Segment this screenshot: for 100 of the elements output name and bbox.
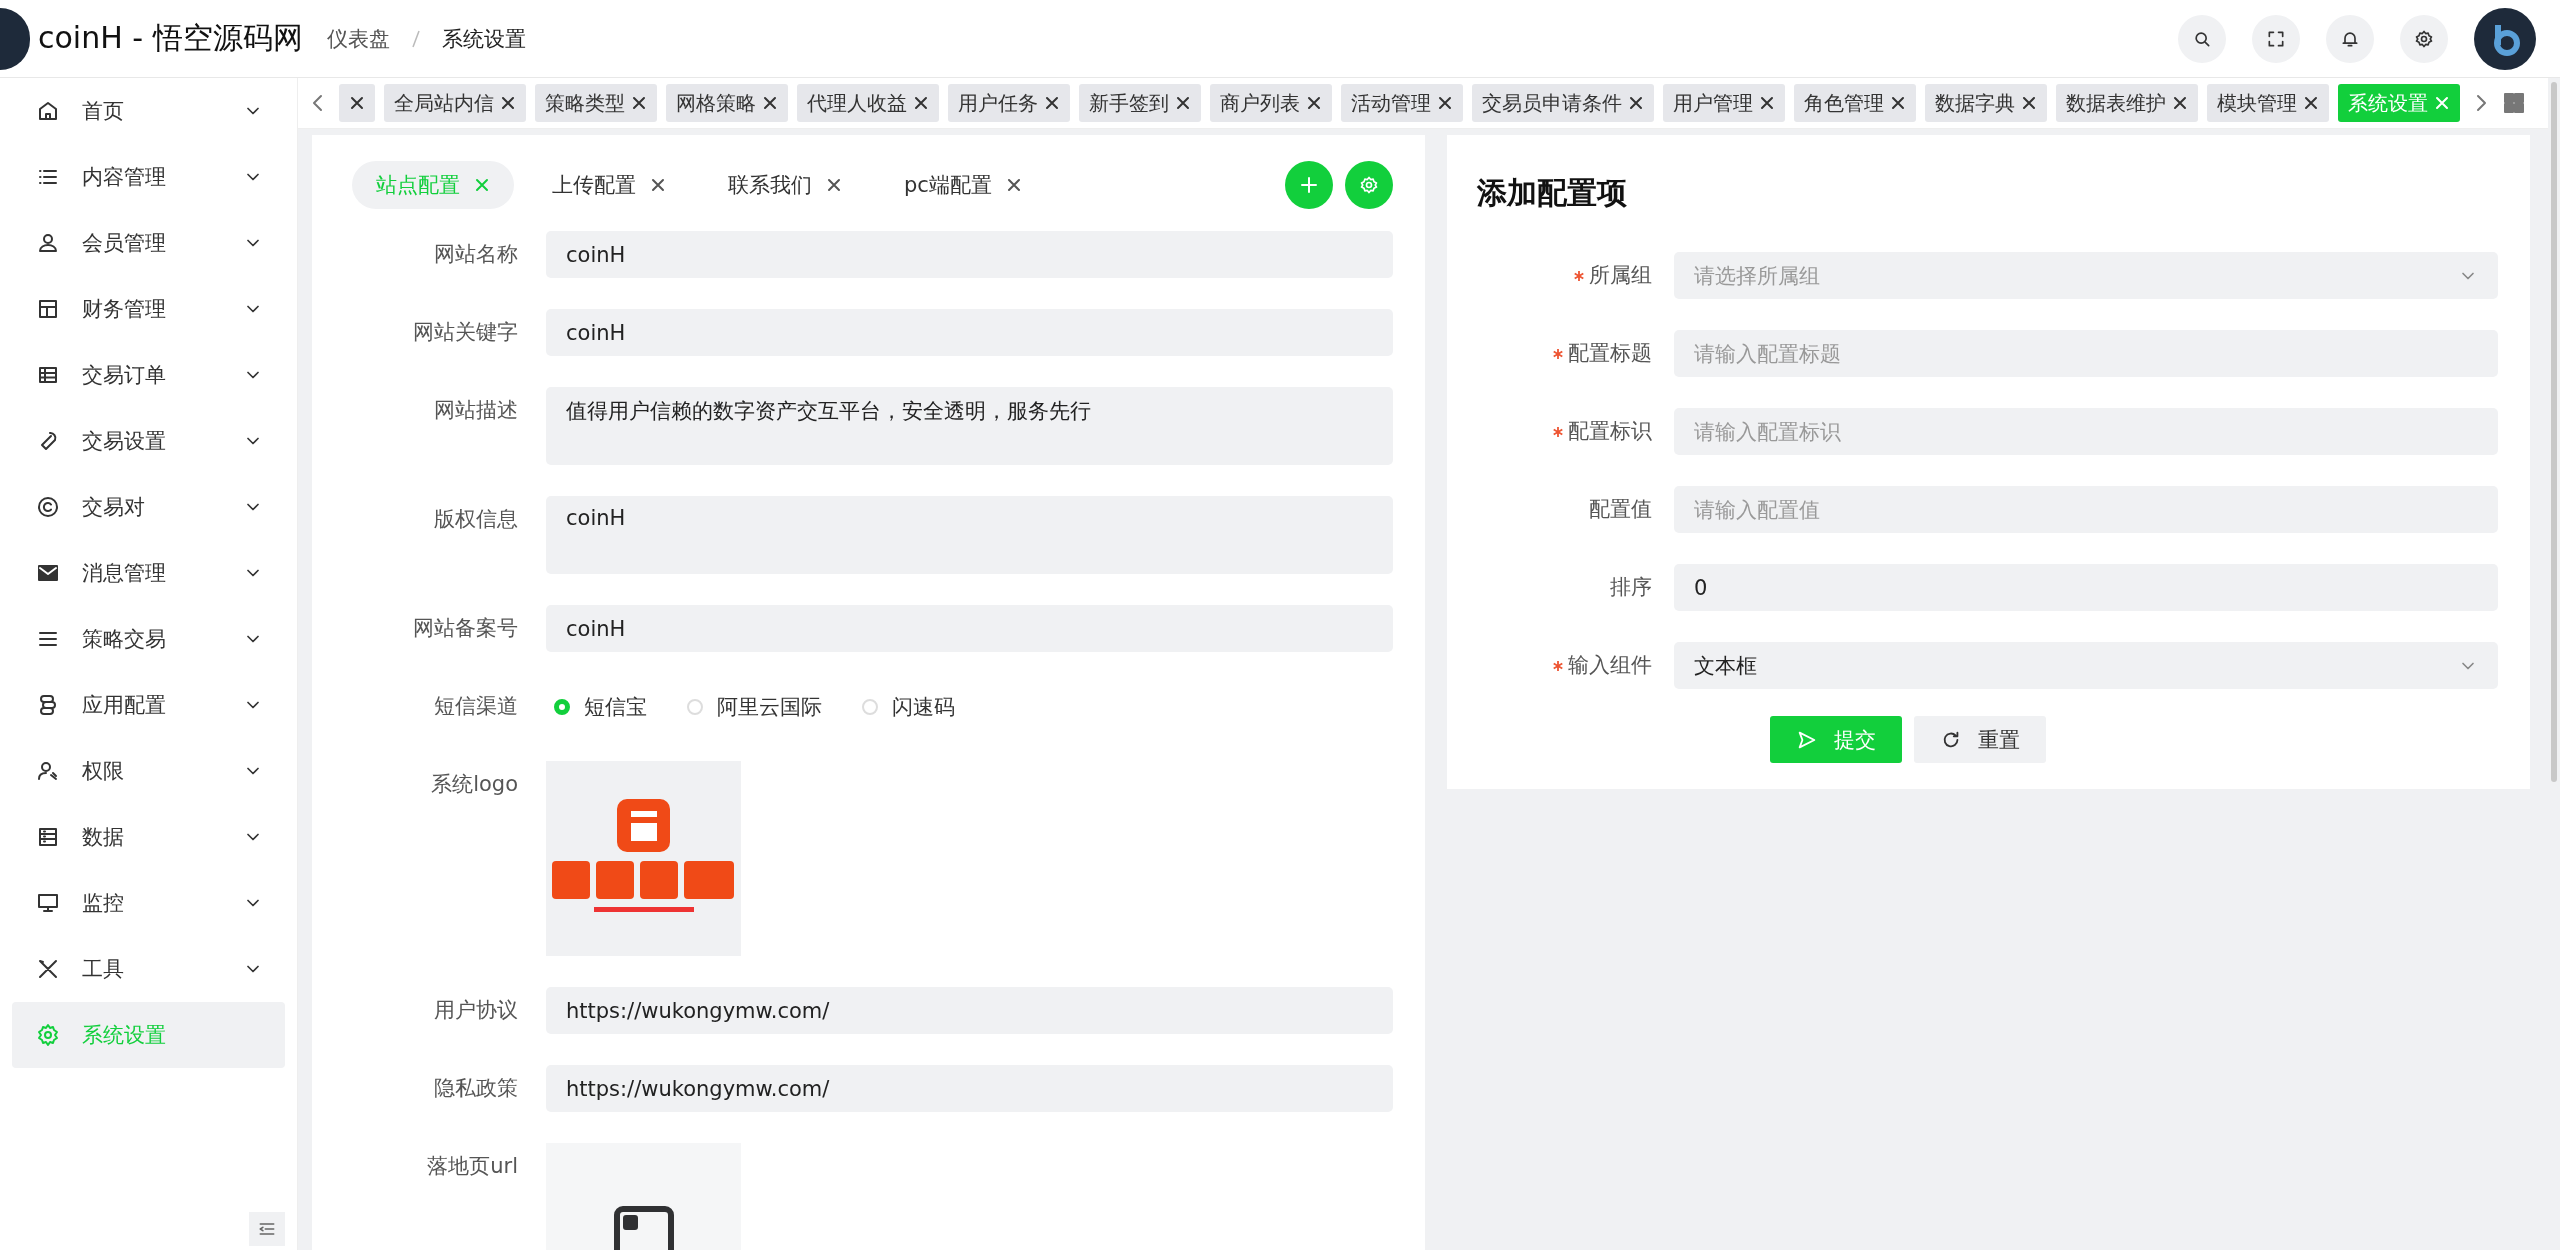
config-tab[interactable]: 联系我们	[704, 161, 866, 209]
breadcrumb-item: 系统设置	[441, 25, 526, 53]
radio-option[interactable]: 短信宝	[554, 692, 647, 721]
sidebar-item[interactable]: 会员管理	[12, 210, 285, 276]
field-label: 网站名称	[433, 241, 519, 268]
text-field[interactable]: coinH	[546, 605, 1393, 652]
scrollbar-thumb[interactable]	[2551, 82, 2557, 782]
field-label: 隐私政策	[433, 1075, 519, 1102]
text-field[interactable]: https://wukongymw.com/	[546, 1065, 1393, 1112]
user-icon	[36, 231, 60, 255]
close-icon[interactable]	[2303, 95, 2319, 111]
close-icon[interactable]	[349, 95, 365, 111]
settings-button[interactable]	[2400, 14, 2448, 63]
fullscreen-button[interactable]	[2252, 14, 2300, 63]
radio-option[interactable]: 闪速码	[862, 692, 955, 721]
sidebar-item[interactable]: 内容管理	[12, 144, 285, 210]
home-icon	[36, 99, 60, 123]
close-icon[interactable]	[631, 95, 647, 111]
page-tab[interactable]: 角色管理	[1794, 84, 1916, 122]
sidebar-item[interactable]: 首页	[12, 78, 285, 144]
select-field[interactable]: 文本框	[1674, 642, 2498, 689]
field-label: 排序	[1610, 574, 1652, 601]
sidebar-item[interactable]: 财务管理	[12, 276, 285, 342]
text-field[interactable]: https://wukongymw.com/	[546, 987, 1393, 1034]
page-tab[interactable]: 用户任务	[948, 84, 1070, 122]
page-tab[interactable]: 用户管理	[1663, 84, 1785, 122]
close-icon[interactable]	[1437, 95, 1453, 111]
field-label: 配置标识	[1568, 418, 1652, 445]
close-icon[interactable]	[2172, 95, 2188, 111]
field-label: 版权信息	[433, 506, 519, 533]
sidebar-item[interactable]: 交易对	[12, 474, 285, 540]
sidebar-item[interactable]: 策略交易	[12, 606, 285, 672]
search-button[interactable]	[2178, 14, 2226, 63]
close-icon[interactable]	[1044, 95, 1060, 111]
text-field[interactable]: 0	[1674, 564, 2498, 611]
close-icon[interactable]	[1005, 177, 1022, 193]
page-tab[interactable]: 代理人收益	[797, 84, 939, 122]
settings-icon	[2414, 28, 2434, 49]
breadcrumb-separator	[411, 29, 420, 48]
monitor-icon	[36, 891, 60, 915]
text-area[interactable]: 值得用户信赖的数字资产交互平台，安全透明，服务先行	[546, 387, 1393, 465]
field-label: 系统logo	[430, 771, 519, 798]
page-tab[interactable]: 模块管理	[2207, 84, 2329, 122]
breadcrumb-item[interactable]: 仪表盘	[326, 24, 390, 53]
config-tab[interactable]: pc端配置	[880, 161, 1046, 209]
field-label: 网站备案号	[412, 615, 519, 642]
sidebar-item[interactable]: 交易订单	[12, 342, 285, 408]
field-label: 所属组	[1589, 262, 1652, 289]
sidebar-item[interactable]: 数据	[12, 804, 285, 870]
page-tab[interactable]	[339, 84, 375, 122]
text-area[interactable]: coinH	[546, 496, 1393, 574]
close-icon[interactable]	[1890, 95, 1906, 111]
field-label: 落地页url	[426, 1153, 519, 1180]
sidebar-item[interactable]: 权限	[12, 738, 285, 804]
close-icon[interactable]	[500, 95, 516, 111]
tools-icon	[36, 957, 60, 981]
collapse-button[interactable]	[249, 1212, 285, 1246]
settings-icon	[1359, 175, 1379, 195]
image-placeholder[interactable]	[546, 1143, 741, 1250]
config-tab[interactable]: 上传配置	[528, 161, 690, 209]
text-field[interactable]: coinH	[546, 309, 1393, 356]
close-icon[interactable]	[650, 177, 666, 193]
app-title: coinH - 悟空源码网	[38, 19, 303, 57]
field-label: 网站关键字	[412, 319, 519, 346]
page-tab[interactable]: 网格策略	[666, 84, 788, 122]
close-icon[interactable]	[826, 177, 842, 193]
close-icon[interactable]	[1628, 95, 1644, 111]
page-tab[interactable]: 商户列表	[1210, 84, 1332, 122]
page-tab[interactable]: 数据字典	[1925, 84, 2047, 122]
user-key-icon	[36, 759, 60, 783]
notification-button[interactable]	[2326, 14, 2374, 63]
copyright-icon	[36, 495, 60, 519]
page-tab[interactable]: 新手签到	[1079, 84, 1201, 122]
field-label: 短信渠道	[433, 693, 519, 720]
sidebar-item[interactable]: 消息管理	[12, 540, 285, 606]
field-label: 配置标题	[1568, 340, 1652, 367]
close-icon[interactable]	[913, 95, 929, 111]
field-label: 网站描述	[433, 397, 519, 424]
close-icon[interactable]	[1175, 95, 1191, 111]
sidebar-item[interactable]: 工具	[12, 936, 285, 1002]
field-label: 用户协议	[433, 997, 519, 1024]
page-tab[interactable]: 交易员申请条件	[1472, 84, 1654, 122]
close-icon[interactable]	[1759, 95, 1775, 111]
sidebar-item[interactable]: 应用配置	[12, 672, 285, 738]
close-icon[interactable]	[1306, 95, 1322, 111]
page-tab[interactable]: 策略类型	[535, 84, 657, 122]
layout-icon	[36, 297, 60, 321]
database-icon	[36, 825, 60, 849]
page-tab[interactable]: 数据表维护	[2056, 84, 2198, 122]
close-icon[interactable]	[2021, 95, 2037, 111]
reset-button[interactable]: 重置	[1913, 716, 2046, 763]
close-icon[interactable]	[762, 95, 778, 111]
sidebar-item[interactable]: 监控	[12, 870, 285, 936]
page-tab[interactable]: 全局站内信	[384, 84, 526, 122]
sidebar-item[interactable]: 交易设置	[12, 408, 285, 474]
radio-option[interactable]: 阿里云国际	[687, 692, 822, 721]
page-tab[interactable]: 活动管理	[1341, 84, 1463, 122]
form-title: 添加配置项	[1477, 174, 1628, 212]
text-field[interactable]: coinH	[546, 231, 1393, 278]
grid-icon	[2502, 91, 2526, 115]
